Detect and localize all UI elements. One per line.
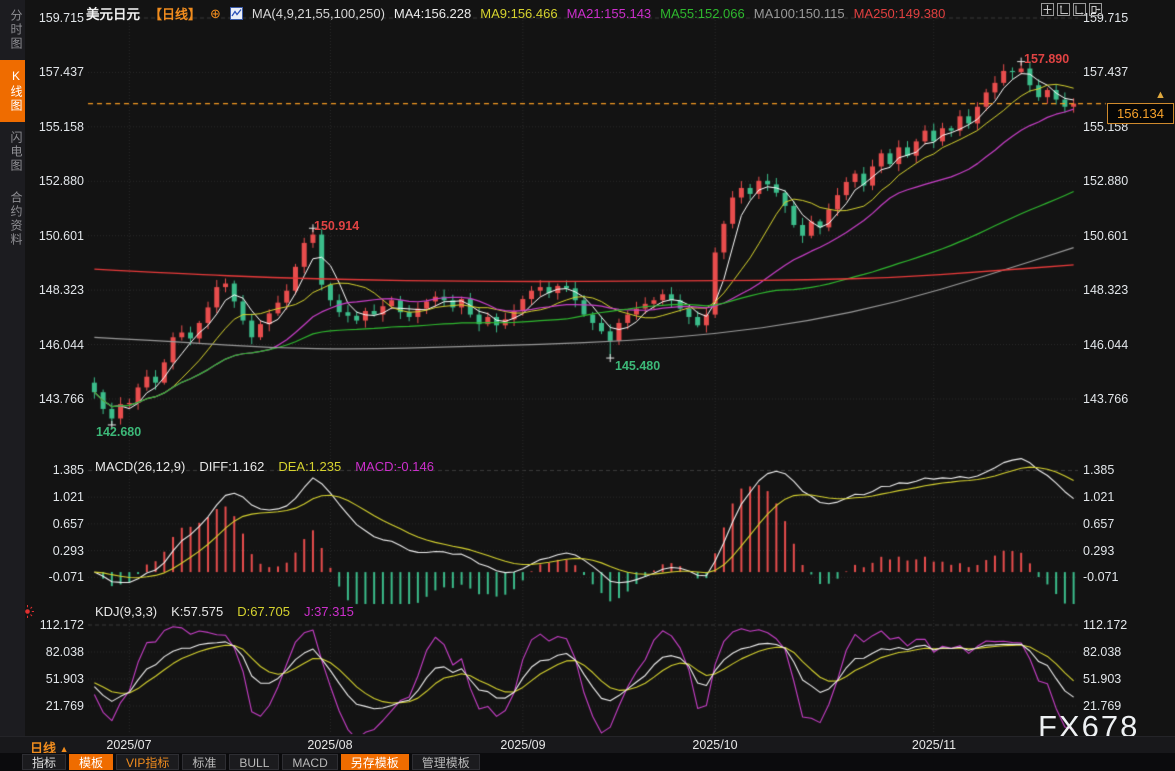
price-axis-scale-icon[interactable]	[1057, 3, 1070, 16]
sidebar-tab-time-chart[interactable]: 分时图	[0, 0, 25, 60]
kdj-axis-label: 112.172	[1083, 618, 1127, 632]
swing-high-annotation: 150.914	[314, 219, 359, 233]
kdj-j-value: J:37.315	[304, 604, 354, 619]
period-tag: 【日线】	[149, 4, 201, 23]
x-axis-label: 2025/10	[692, 738, 737, 752]
price-axis-label: 148.323	[1083, 283, 1128, 297]
symbol-title: 美元日元	[86, 3, 140, 23]
circle-plus-icon[interactable]: ⊕	[210, 7, 221, 20]
chart-controls	[1041, 3, 1102, 16]
macd-title: MACD(26,12,9)	[95, 459, 185, 474]
tab-manage-template[interactable]: 管理模板	[412, 754, 480, 770]
ma55-value: MA55:152.066	[660, 6, 745, 21]
high-annotation: 157.890	[1024, 52, 1069, 66]
ma-group-label: MA(4,9,21,55,100,250)	[252, 6, 385, 21]
x-axis-label: 2025/09	[500, 738, 545, 752]
tab-save-template[interactable]: 另存模板	[341, 754, 409, 770]
macd-axis-label: 1.021	[53, 490, 84, 504]
x-axis-label: 2025/11	[912, 738, 956, 752]
price-up-arrow-icon: ▲	[1155, 89, 1166, 101]
x-axis-strip: 日线 ▲ 2025/07 2025/08 2025/09 2025/10 202…	[0, 736, 1175, 754]
macd-header: MACD(26,12,9) DIFF:1.162 DEA:1.235 MACD:…	[95, 459, 434, 474]
kdj-axis-label: 82.038	[46, 645, 84, 659]
kdj-k-value: K:57.575	[171, 604, 223, 619]
chart-header: 美元日元 【日线】 ⊕ MA(4,9,21,55,100,250) MA4:15…	[86, 3, 945, 23]
price-axis-label: 148.323	[39, 283, 84, 297]
macd-axis-label: 0.657	[1083, 517, 1114, 531]
kdj-axis-label: 51.903	[1083, 672, 1121, 686]
kdj-d-value: D:67.705	[237, 604, 290, 619]
macd-axis-label: 1.021	[1083, 490, 1114, 504]
macd-axis-label: 1.385	[53, 463, 84, 477]
ma21-value: MA21:155.143	[567, 6, 652, 21]
price-axis-label: 146.044	[39, 338, 84, 352]
macd-dea-value: DEA:1.235	[278, 459, 341, 474]
x-axis-label: 2025/07	[106, 738, 151, 752]
last-price-box: 156.134	[1107, 103, 1174, 124]
tab-macd[interactable]: MACD	[282, 754, 337, 770]
chart-canvas[interactable]	[0, 0, 1175, 771]
time-axis-scale-icon[interactable]	[1073, 3, 1086, 16]
price-axis-label: 150.601	[1083, 229, 1128, 243]
sidebar-tab-flash-chart[interactable]: 闪电图	[0, 122, 25, 182]
macd-hist-value: MACD:-0.146	[355, 459, 434, 474]
tab-templates[interactable]: 模板	[69, 754, 113, 770]
kdj-axis-label: 112.172	[40, 618, 84, 632]
macd-axis-label: -0.071	[1083, 570, 1118, 584]
price-axis-label: 152.880	[39, 174, 84, 188]
tab-standard[interactable]: 标准	[182, 754, 226, 770]
sidebar-tab-kline-chart[interactable]: K线图	[0, 60, 25, 122]
price-axis-label: 146.044	[1083, 338, 1128, 352]
chart-style-icon[interactable]	[230, 7, 243, 20]
kdj-axis-label: 82.038	[1083, 645, 1121, 659]
macd-axis-label: 0.293	[1083, 544, 1114, 558]
price-axis-label: 155.158	[39, 120, 84, 134]
price-axis-label: 150.601	[39, 229, 84, 243]
kdj-title: KDJ(9,3,3)	[95, 604, 157, 619]
swing-low-annotation: 145.480	[615, 359, 660, 373]
ma9-value: MA9:156.466	[480, 6, 557, 21]
pan-icon[interactable]	[1041, 3, 1054, 16]
macd-axis-label: 0.657	[53, 517, 84, 531]
price-axis-label: 157.437	[39, 65, 84, 79]
ma4-value: MA4:156.228	[394, 6, 471, 21]
exit-chart-icon[interactable]	[1089, 3, 1102, 16]
price-axis-label: 143.766	[39, 392, 84, 406]
kdj-axis-label: 51.903	[46, 672, 84, 686]
price-axis-label: 143.766	[1083, 392, 1128, 406]
ma100-value: MA100:150.115	[754, 6, 845, 21]
macd-diff-value: DIFF:1.162	[199, 459, 264, 474]
price-axis-label: 152.880	[1083, 174, 1128, 188]
price-axis-label: 157.437	[1083, 65, 1128, 79]
tab-indicators[interactable]: 指标	[22, 754, 66, 770]
kdj-axis-label: 21.769	[46, 699, 84, 713]
x-axis-label: 2025/08	[307, 738, 352, 752]
sidebar-tab-contract-info[interactable]: 合约资料	[0, 182, 25, 256]
price-axis-label: 159.715	[39, 11, 84, 25]
tab-vip-indicators[interactable]: VIP指标	[116, 754, 179, 770]
sidebar: 分时图 K线图 闪电图 合约资料	[0, 0, 25, 737]
ma250-value: MA250:149.380	[854, 6, 946, 21]
macd-axis-label: 1.385	[1083, 463, 1114, 477]
kdj-header: KDJ(9,3,3) K:57.575 D:67.705 J:37.315	[95, 604, 354, 619]
low-annotation: 142.680	[96, 425, 141, 439]
macd-axis-label: 0.293	[53, 544, 84, 558]
macd-axis-label: -0.071	[49, 570, 84, 584]
tab-bull[interactable]: BULL	[229, 754, 279, 770]
bottom-toolbar: 指标 模板 VIP指标 标准 BULL MACD 另存模板 管理模板	[0, 753, 1175, 771]
